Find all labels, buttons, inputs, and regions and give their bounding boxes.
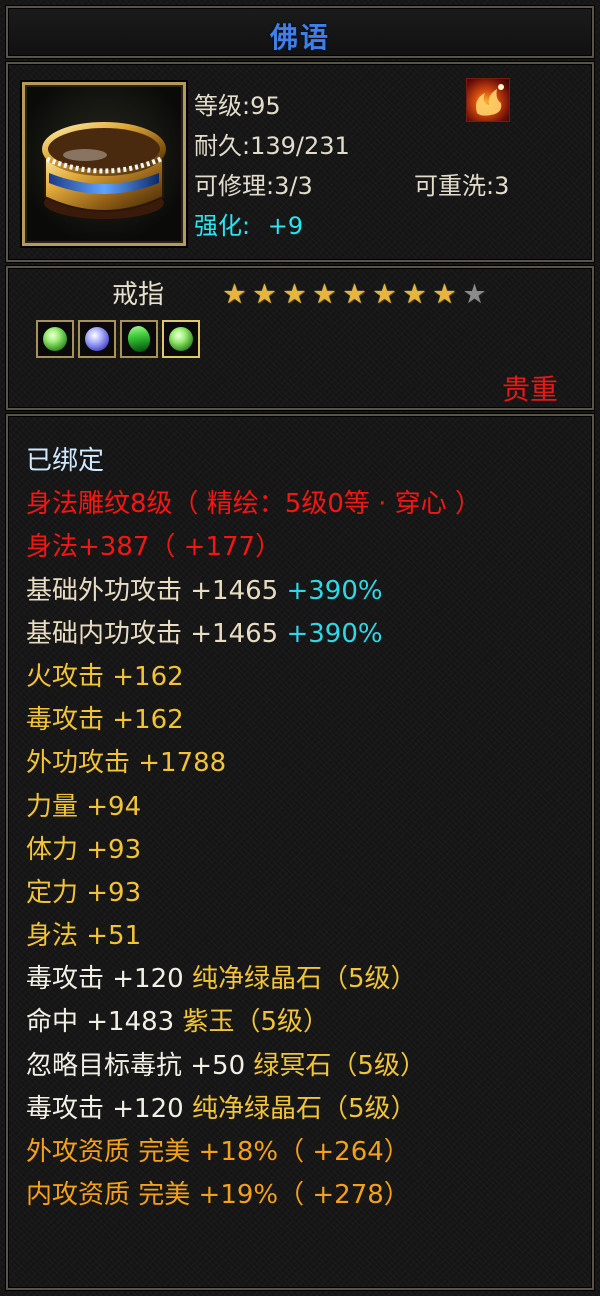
repairable-stat: 可修理:3/3	[194, 172, 313, 200]
rewashable-stat: 可重洗:3	[414, 172, 510, 200]
rarity-label: 贵重	[501, 373, 558, 406]
attribute-extra: 纯净绿晶石（5级）	[191, 964, 417, 995]
star-filled-icon: ★	[432, 279, 457, 310]
item-title: 佛语	[269, 21, 330, 54]
attribute-line: 命中 +1483 紫玉（5级）	[26, 1001, 481, 1044]
star-filled-icon: ★	[312, 279, 337, 310]
attribute-text: 忽略目标毒抗 +50	[26, 1050, 254, 1081]
purple-jade-icon[interactable]	[78, 320, 116, 358]
attribute-line: 毒攻击 +162	[26, 699, 481, 742]
attribute-line: 身法雕纹8级（ 精绘：5级0等 · 穿心 ）	[26, 483, 481, 526]
attribute-text: 身法雕纹8级（ 精绘：5级0等 · 穿心 ）	[26, 489, 481, 520]
item-tooltip: 佛语 等级:95 耐久:139/231 可修理:3/3 可重洗:3 强化: +9…	[0, 0, 600, 1296]
attribute-extra: 紫玉（5级）	[182, 1007, 330, 1038]
attribute-text: 内攻资质 完美 +19%（ +278）	[26, 1180, 410, 1211]
attribute-text: 定力 +93	[26, 877, 142, 908]
attribute-text: 命中 +1483	[26, 1007, 183, 1038]
item-header: 等级:95 耐久:139/231 可修理:3/3 可重洗:3 强化: +9	[6, 62, 594, 262]
attribute-extra: +390%	[286, 575, 383, 606]
item-name-panel: 戒指 ★ ★ ★ ★ ★ ★ ★ ★ ★ 贵重	[6, 266, 594, 410]
attribute-line: 已绑定	[26, 440, 481, 483]
star-filled-icon: ★	[282, 279, 307, 310]
attribute-text: 毒攻击 +120	[26, 964, 192, 995]
gold-ring-icon	[22, 82, 186, 246]
attribute-line: 火攻击 +162	[26, 656, 481, 699]
green-gem-icon[interactable]	[162, 320, 200, 358]
star-filled-icon: ★	[252, 279, 277, 310]
star-empty-icon: ★	[462, 279, 487, 310]
attribute-line: 内攻资质 完美 +19%（ +278）	[26, 1174, 481, 1217]
attribute-line: 体力 +93	[26, 829, 481, 872]
durability-stat: 耐久:139/231	[194, 132, 350, 160]
attribute-text: 力量 +94	[26, 791, 142, 822]
attribute-extra: 纯净绿晶石（5级）	[191, 1093, 417, 1124]
attribute-line: 忽略目标毒抗 +50 绿冥石（5级）	[26, 1045, 481, 1088]
attribute-text: 基础内功攻击 +1465	[26, 618, 287, 649]
enhance-stat: 强化: +9	[194, 206, 303, 241]
attribute-line: 基础内功攻击 +1465 +390%	[26, 613, 481, 656]
attribute-extra: 绿冥石（5级）	[253, 1050, 426, 1081]
attribute-text: 毒攻击 +120	[26, 1093, 192, 1124]
attribute-extra: +390%	[286, 618, 383, 649]
star-filled-icon: ★	[342, 279, 367, 310]
attribute-line: 身法 +51	[26, 915, 481, 958]
green-gem-icon[interactable]	[36, 320, 74, 358]
enhance-label: 强化:	[194, 212, 251, 240]
green-crystal-icon[interactable]	[120, 320, 158, 358]
attribute-line: 外功攻击 +1788	[26, 742, 481, 785]
attribute-text: 毒攻击 +162	[26, 705, 184, 736]
attribute-text: 体力 +93	[26, 834, 142, 865]
attribute-list: 已绑定身法雕纹8级（ 精绘：5级0等 · 穿心 ） 身法+387（ +177） 基础…	[26, 440, 481, 1217]
enhance-value: +9	[267, 212, 304, 240]
attribute-line: 毒攻击 +120 纯净绿晶石（5级）	[26, 958, 481, 1001]
attribute-line: 外攻资质 完美 +18%（ +264）	[26, 1131, 481, 1174]
attributes-panel: 已绑定身法雕纹8级（ 精绘：5级0等 · 穿心 ） 身法+387（ +177） 基础…	[6, 414, 594, 1290]
attribute-text: 火攻击 +162	[26, 661, 184, 692]
attribute-text: 外功攻击 +1788	[26, 748, 227, 779]
attribute-text: 外攻资质 完美 +18%（ +264）	[26, 1137, 410, 1167]
item-type-name: 戒指	[112, 280, 165, 310]
star-filled-icon: ★	[222, 279, 247, 310]
attribute-text: 已绑定	[26, 446, 105, 476]
phoenix-flame-icon	[466, 78, 510, 122]
attribute-line: 身法+387（ +177）	[26, 526, 481, 569]
attribute-line: 定力 +93	[26, 872, 481, 915]
attribute-text: 身法 +51	[26, 921, 142, 952]
gem-sockets	[36, 320, 200, 358]
title-bar: 佛语	[6, 6, 594, 58]
star-filled-icon: ★	[402, 279, 427, 310]
attribute-text: 基础外功攻击 +1465	[26, 575, 287, 606]
attribute-line: 毒攻击 +120 纯净绿晶石（5级）	[26, 1088, 481, 1131]
star-filled-icon: ★	[372, 279, 397, 310]
star-rating: ★ ★ ★ ★ ★ ★ ★ ★ ★	[220, 280, 489, 309]
attribute-text: 身法+387（ +177）	[26, 532, 282, 563]
level-stat: 等级:95	[194, 92, 281, 120]
attribute-line: 基础外功攻击 +1465 +390%	[26, 570, 481, 613]
attribute-line: 力量 +94	[26, 786, 481, 829]
